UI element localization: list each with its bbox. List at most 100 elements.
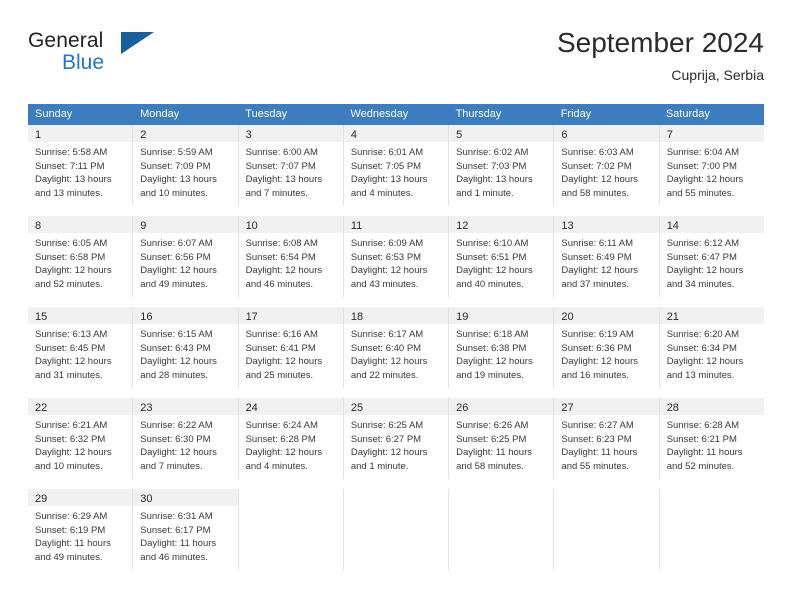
day-number: 2 — [140, 129, 147, 141]
day-number: 29 — [35, 493, 48, 505]
day-number: 27 — [561, 402, 574, 414]
day-cell[interactable]: 11 Sunrise: 6:09 AM Sunset: 6:53 PM Dayl… — [343, 216, 450, 297]
day-cell[interactable]: 22 Sunrise: 6:21 AM Sunset: 6:32 PM Dayl… — [28, 398, 134, 479]
weekday-header-wednesday: Wednesday — [350, 108, 409, 120]
sunset-text: Sunset: 6:36 PM — [561, 342, 632, 354]
day-cell[interactable]: 2 Sunrise: 5:59 AM Sunset: 7:09 PM Dayli… — [133, 125, 239, 206]
sunrise-text: Sunrise: 6:29 AM — [35, 511, 108, 522]
day-details: Sunrise: 6:21 AM Sunset: 6:32 PM Dayligh… — [28, 415, 132, 479]
sunrise-text: Sunrise: 6:09 AM — [350, 238, 424, 249]
daylight-text-line1: Daylight: 13 hours — [35, 174, 112, 185]
day-number-band: 22 — [28, 398, 133, 415]
day-cell[interactable]: 10 Sunrise: 6:08 AM Sunset: 6:54 PM Dayl… — [238, 216, 344, 297]
day-number: 9 — [140, 220, 147, 232]
day-cell[interactable]: 28 Sunrise: 6:28 AM Sunset: 6:21 PM Dayl… — [659, 398, 764, 479]
day-cell[interactable]: 18 Sunrise: 6:17 AM Sunset: 6:40 PM Dayl… — [343, 307, 450, 388]
daylight-text-line1: Daylight: 13 hours — [140, 174, 217, 185]
day-cell[interactable]: 13 Sunrise: 6:11 AM Sunset: 6:49 PM Dayl… — [554, 216, 660, 297]
day-details: Sunrise: 6:28 AM Sunset: 6:21 PM Dayligh… — [660, 415, 764, 479]
sunset-text: Sunset: 6:54 PM — [245, 251, 316, 263]
daylight-text-line1: Daylight: 12 hours — [245, 356, 323, 367]
week-row: 15 Sunrise: 6:13 AM Sunset: 6:45 PM Dayl… — [28, 307, 764, 388]
daylight-text-line2: and 1 minute. — [350, 460, 409, 472]
sunrise-text: Sunrise: 6:27 AM — [561, 420, 634, 431]
day-cell[interactable]: 3 Sunrise: 6:00 AM Sunset: 7:07 PM Dayli… — [238, 125, 344, 206]
daylight-text-line1: Daylight: 12 hours — [666, 356, 744, 367]
day-cell[interactable]: 7 Sunrise: 6:04 AM Sunset: 7:00 PM Dayli… — [659, 125, 764, 206]
daylight-text-line2: and 7 minutes. — [245, 187, 308, 199]
sunrise-text: Sunrise: 6:15 AM — [140, 329, 213, 340]
day-number-band: 20 — [554, 307, 659, 324]
day-number-band: 25 — [343, 398, 449, 415]
day-number-band: 10 — [238, 216, 343, 233]
weekday-header-thursday: Thursday — [455, 108, 502, 120]
day-cell[interactable]: 14 Sunrise: 6:12 AM Sunset: 6:47 PM Dayl… — [659, 216, 764, 297]
day-cell[interactable]: 20 Sunrise: 6:19 AM Sunset: 6:36 PM Dayl… — [554, 307, 660, 388]
day-cell-empty — [554, 489, 660, 570]
sunset-text: Sunset: 7:03 PM — [456, 160, 527, 172]
daylight-text-line1: Daylight: 12 hours — [350, 447, 428, 458]
day-cell[interactable]: 23 Sunrise: 6:22 AM Sunset: 6:30 PM Dayl… — [133, 398, 239, 479]
day-cell[interactable]: 5 Sunrise: 6:02 AM Sunset: 7:03 PM Dayli… — [449, 125, 555, 206]
day-cell[interactable]: 29 Sunrise: 6:29 AM Sunset: 6:19 PM Dayl… — [28, 489, 134, 570]
day-cell[interactable]: 27 Sunrise: 6:27 AM Sunset: 6:23 PM Dayl… — [554, 398, 660, 479]
daylight-text-line1: Daylight: 12 hours — [350, 265, 428, 276]
sunrise-text: Sunrise: 6:13 AM — [35, 329, 108, 340]
day-details: Sunrise: 6:07 AM Sunset: 6:56 PM Dayligh… — [133, 233, 237, 297]
day-details: Sunrise: 6:18 AM Sunset: 6:38 PM Dayligh… — [449, 324, 553, 388]
day-number-band: 4 — [343, 125, 449, 142]
sunset-text: Sunset: 7:09 PM — [140, 160, 211, 172]
day-cell[interactable]: 6 Sunrise: 6:03 AM Sunset: 7:02 PM Dayli… — [554, 125, 660, 206]
day-number-band: 19 — [449, 307, 554, 324]
day-number-band: 6 — [554, 125, 659, 142]
daylight-text-line1: Daylight: 12 hours — [350, 356, 428, 367]
day-cell[interactable]: 21 Sunrise: 6:20 AM Sunset: 6:34 PM Dayl… — [659, 307, 764, 388]
weekday-header-monday: Monday — [140, 108, 180, 120]
day-number-band: 16 — [133, 307, 238, 324]
day-cell[interactable]: 1 Sunrise: 5:58 AM Sunset: 7:11 PM Dayli… — [28, 125, 134, 206]
daylight-text-line2: and 16 minutes. — [561, 369, 630, 381]
day-cell[interactable]: 26 Sunrise: 6:26 AM Sunset: 6:25 PM Dayl… — [449, 398, 555, 479]
day-cell-empty — [238, 489, 344, 570]
day-number-band: 30 — [133, 489, 238, 506]
day-cell[interactable]: 4 Sunrise: 6:01 AM Sunset: 7:05 PM Dayli… — [343, 125, 450, 206]
week-row-wrapper: 1 Sunrise: 5:58 AM Sunset: 7:11 PM Dayli… — [28, 125, 764, 216]
daylight-text-line1: Daylight: 11 hours — [666, 447, 743, 458]
day-details: Sunrise: 6:05 AM Sunset: 6:58 PM Dayligh… — [28, 233, 132, 297]
day-cell[interactable]: 24 Sunrise: 6:24 AM Sunset: 6:28 PM Dayl… — [238, 398, 344, 479]
day-cell[interactable]: 25 Sunrise: 6:25 AM Sunset: 6:27 PM Dayl… — [343, 398, 450, 479]
day-cell[interactable]: 8 Sunrise: 6:05 AM Sunset: 6:58 PM Dayli… — [28, 216, 134, 297]
day-cell[interactable]: 12 Sunrise: 6:10 AM Sunset: 6:51 PM Dayl… — [449, 216, 555, 297]
daylight-text-line1: Daylight: 11 hours — [140, 538, 217, 549]
daylight-text-line2: and 13 minutes. — [666, 369, 735, 381]
sunset-text: Sunset: 7:05 PM — [350, 160, 422, 172]
day-details: Sunrise: 6:09 AM Sunset: 6:53 PM Dayligh… — [344, 233, 448, 297]
day-cell[interactable]: 17 Sunrise: 6:16 AM Sunset: 6:41 PM Dayl… — [238, 307, 344, 388]
daylight-text-line2: and 49 minutes. — [35, 551, 103, 563]
day-number: 13 — [561, 220, 574, 232]
day-cell[interactable]: 16 Sunrise: 6:15 AM Sunset: 6:43 PM Dayl… — [133, 307, 239, 388]
weekday-header-friday: Friday — [560, 108, 592, 120]
sunrise-text: Sunrise: 6:28 AM — [666, 420, 740, 431]
day-cell[interactable]: 19 Sunrise: 6:18 AM Sunset: 6:38 PM Dayl… — [449, 307, 555, 388]
day-cell-empty — [343, 489, 450, 570]
day-number-band: 18 — [343, 307, 449, 324]
day-details: Sunrise: 6:24 AM Sunset: 6:28 PM Dayligh… — [239, 415, 343, 479]
day-number: 11 — [350, 220, 363, 232]
sunrise-text: Sunrise: 6:22 AM — [140, 420, 213, 431]
sunset-text: Sunset: 6:43 PM — [140, 342, 211, 354]
day-details: Sunrise: 6:26 AM Sunset: 6:25 PM Dayligh… — [449, 415, 553, 479]
day-cell[interactable]: 15 Sunrise: 6:13 AM Sunset: 6:45 PM Dayl… — [28, 307, 134, 388]
daylight-text-line1: Daylight: 12 hours — [140, 356, 217, 367]
sunset-text: Sunset: 7:07 PM — [245, 160, 316, 172]
day-details: Sunrise: 6:16 AM Sunset: 6:41 PM Dayligh… — [239, 324, 343, 388]
day-cell[interactable]: 9 Sunrise: 6:07 AM Sunset: 6:56 PM Dayli… — [133, 216, 239, 297]
day-details: Sunrise: 6:11 AM Sunset: 6:49 PM Dayligh… — [554, 233, 658, 297]
week-row-wrapper: 15 Sunrise: 6:13 AM Sunset: 6:45 PM Dayl… — [28, 307, 764, 398]
daylight-text-line2: and 58 minutes. — [561, 187, 630, 199]
daylight-text-line2: and 46 minutes. — [140, 551, 208, 563]
day-cell[interactable]: 30 Sunrise: 6:31 AM Sunset: 6:17 PM Dayl… — [133, 489, 239, 570]
sunset-text: Sunset: 6:56 PM — [140, 251, 211, 263]
sunset-text: Sunset: 6:49 PM — [561, 251, 632, 263]
day-number: 22 — [35, 402, 48, 414]
